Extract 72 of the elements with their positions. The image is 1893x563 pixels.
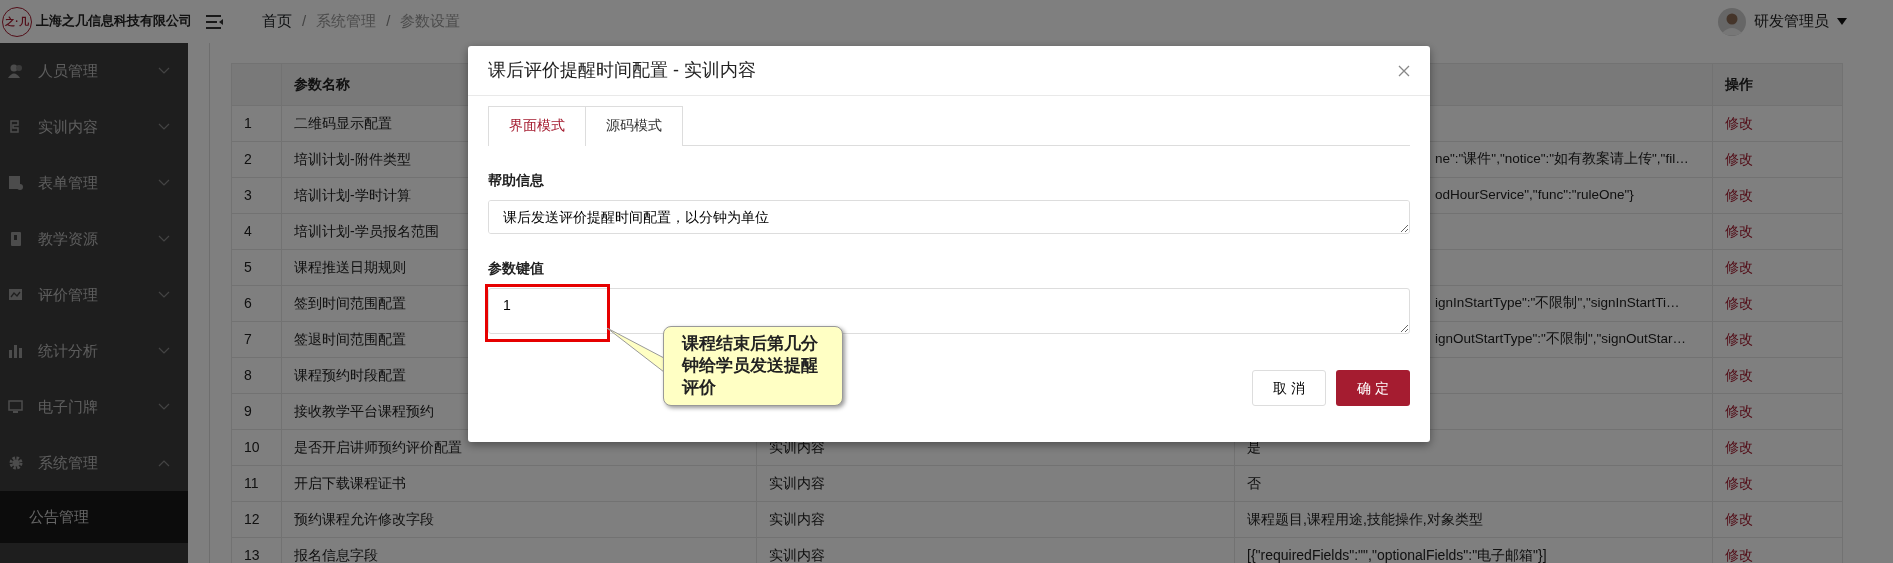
table-cell: 预约课程允许修改字段	[281, 501, 757, 538]
edit-link[interactable]: 修改	[1725, 475, 1753, 491]
sidebar-item[interactable]: 实训内容	[0, 99, 188, 155]
edit-link[interactable]: 修改	[1725, 547, 1753, 563]
close-icon[interactable]	[1398, 64, 1410, 77]
row-number: 10	[231, 429, 282, 466]
sidebar-item[interactable]: 统计分析	[0, 323, 188, 379]
sidebar-item[interactable]: 表单管理	[0, 155, 188, 211]
field-label: 参数键值	[488, 259, 545, 278]
book-icon	[8, 231, 24, 247]
bar-chart-icon	[8, 343, 24, 359]
chevron-down-icon	[158, 235, 170, 243]
table-cell: 否	[1234, 465, 1713, 502]
table-cell: 课程题目,课程用途,技能操作,对象类型	[1234, 501, 1713, 538]
edit-link[interactable]: 修改	[1725, 295, 1753, 311]
edit-link[interactable]: 修改	[1725, 115, 1753, 131]
settings-icon	[8, 455, 24, 471]
sidebar-subitem[interactable]: 公告管理	[0, 491, 188, 543]
cancel-button[interactable]: 取 消	[1252, 370, 1326, 406]
sidebar-item[interactable]: 系统管理	[0, 435, 188, 491]
breadcrumb-separator: /	[386, 11, 391, 32]
edit-link[interactable]: 修改	[1725, 331, 1753, 347]
table-cell: 实训内容	[756, 501, 1235, 538]
tab[interactable]: 源码模式	[586, 106, 683, 146]
edit-link[interactable]: 修改	[1725, 259, 1753, 275]
chevron-down-icon	[158, 179, 170, 187]
chevron-down-icon	[158, 403, 170, 411]
chevron-down-icon	[158, 347, 170, 355]
company-name: 上海之几信息科技有限公司	[36, 13, 192, 31]
tab[interactable]: 界面模式	[488, 106, 586, 146]
row-number: 4	[231, 213, 282, 250]
edit-link[interactable]: 修改	[1725, 223, 1753, 239]
confirm-button[interactable]: 确 定	[1336, 370, 1410, 406]
user-name[interactable]: 研发管理员	[1754, 10, 1829, 33]
breadcrumb-separator: /	[302, 11, 307, 32]
row-number: 12	[231, 501, 282, 538]
edit-link[interactable]: 修改	[1725, 403, 1753, 419]
monitor-icon	[8, 399, 24, 415]
edit-link[interactable]: 修改	[1725, 151, 1753, 167]
row-number: 8	[231, 357, 282, 394]
row-number: 6	[231, 285, 282, 322]
sidebar-item[interactable]: 教学资源	[0, 211, 188, 267]
chevron-down-icon	[158, 291, 170, 299]
row-number: 3	[231, 177, 282, 214]
avatar-icon[interactable]	[1718, 7, 1746, 36]
row-number: 2	[231, 141, 282, 178]
users-icon	[8, 63, 24, 79]
chevron-down-icon	[158, 123, 170, 131]
menu-toggle-icon[interactable]	[206, 14, 224, 29]
row-number: 7	[231, 321, 282, 358]
chart-icon	[8, 287, 24, 303]
table-cell: 实训内容	[756, 465, 1235, 502]
chevron-down-icon	[158, 67, 170, 75]
chevron-up-icon	[158, 459, 170, 467]
row-number: 11	[231, 465, 282, 502]
row-number: 5	[231, 249, 282, 286]
edit-link[interactable]: 修改	[1725, 511, 1753, 527]
form-icon	[8, 175, 24, 191]
dropdown-caret-icon[interactable]	[1837, 18, 1847, 25]
edit-link[interactable]: 修改	[1725, 187, 1753, 203]
edit-link[interactable]: 修改	[1725, 439, 1753, 455]
sidebar-item[interactable]: 评价管理	[0, 267, 188, 323]
row-number: 1	[231, 105, 282, 142]
breadcrumb-link[interactable]: 首页	[262, 10, 292, 33]
text-area[interactable]: 课后发送评价提醒时间配置，以分钟为单位	[488, 200, 1410, 234]
edit-link[interactable]: 修改	[1725, 367, 1753, 383]
row-number: 13	[231, 537, 282, 563]
column-header: 操作	[1712, 63, 1843, 106]
sidebar-item[interactable]: 人员管理	[0, 43, 188, 99]
sidebar-item[interactable]: 电子门牌	[0, 379, 188, 435]
table-cell: 开启下载课程证书	[281, 465, 757, 502]
row-number: 9	[231, 393, 282, 430]
